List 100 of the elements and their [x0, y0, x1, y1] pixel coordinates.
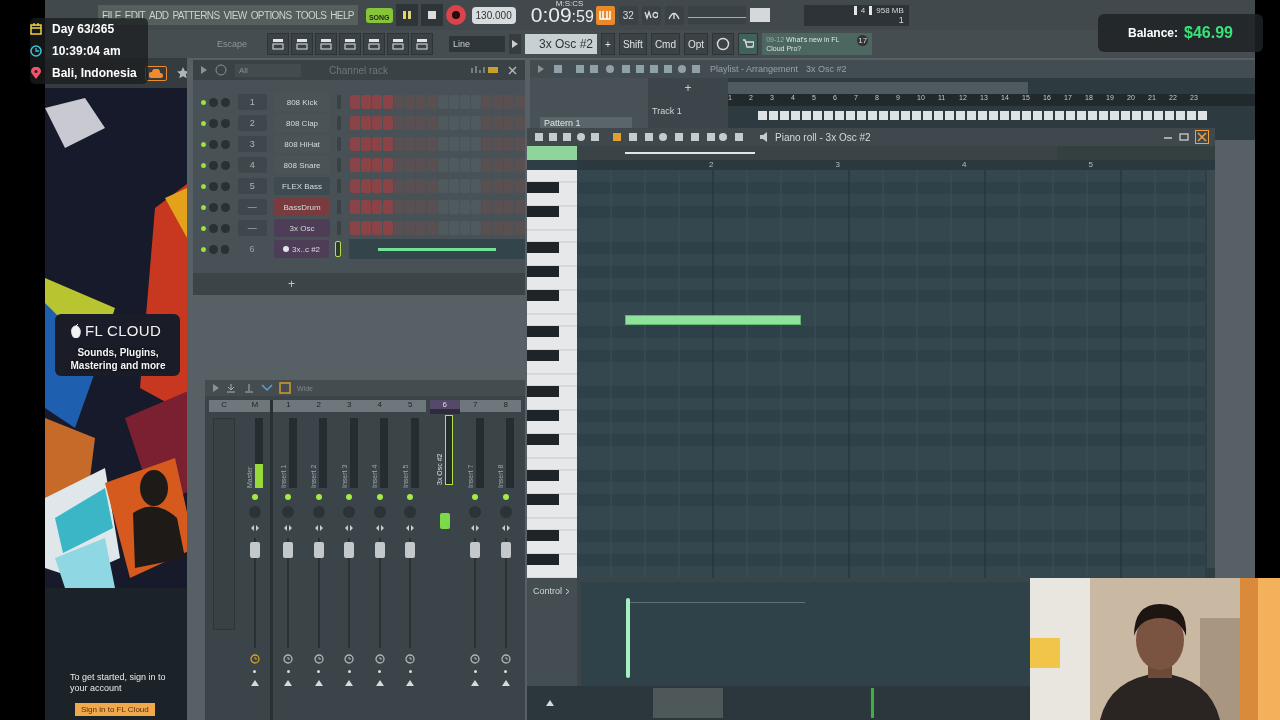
pause-button[interactable] — [395, 4, 418, 26]
pattern-mode-button[interactable] — [595, 5, 615, 25]
send-dot[interactable] — [286, 670, 290, 673]
snap-dropdown[interactable]: Line — [449, 36, 506, 52]
pattern-arrow-button[interactable] — [509, 34, 522, 54]
send-dot[interactable] — [408, 670, 412, 673]
modifier-key-button[interactable]: Cmd — [650, 33, 680, 55]
stereo-icon[interactable] — [313, 524, 324, 532]
mixer-track-number[interactable]: 2 — [237, 115, 268, 131]
maximize-icon[interactable] — [1179, 132, 1189, 142]
volume-knob[interactable] — [220, 97, 230, 107]
step-pad[interactable] — [394, 116, 404, 130]
menu-item[interactable]: PATTERNS — [172, 9, 220, 21]
window-toggle-button[interactable] — [315, 33, 338, 55]
add-channel-button[interactable]: + — [288, 277, 295, 291]
window-toggle-button[interactable] — [267, 33, 290, 55]
volume-fader[interactable] — [405, 542, 416, 558]
send-dot[interactable] — [378, 670, 382, 673]
volume-fader[interactable] — [500, 542, 511, 558]
pattern-list-item[interactable]: Pattern 1 — [540, 117, 632, 129]
step-pad[interactable] — [394, 221, 404, 235]
mixer-tool-icon[interactable] — [243, 382, 255, 394]
step-pad[interactable] — [394, 137, 404, 151]
stereo-icon[interactable] — [405, 524, 416, 532]
window-toggle-button[interactable] — [363, 33, 386, 55]
step-pad[interactable] — [383, 221, 393, 235]
loop-button[interactable] — [641, 5, 661, 25]
channel-led[interactable] — [201, 225, 206, 231]
volume-fader[interactable] — [439, 513, 450, 529]
graph-icon[interactable] — [470, 65, 500, 75]
window-toggle-button[interactable] — [387, 33, 410, 55]
mixer-track-number[interactable]: 3 — [237, 136, 268, 152]
stereo-icon[interactable] — [249, 524, 260, 532]
add-track-button[interactable]: + — [648, 78, 728, 98]
horizontal-scrollbar[interactable] — [728, 82, 1028, 94]
route-arrow-icon[interactable] — [283, 679, 294, 687]
volume-fader[interactable] — [344, 542, 355, 558]
help-button[interactable] — [712, 33, 735, 55]
clock-icon[interactable] — [283, 654, 294, 664]
step-pad[interactable] — [394, 95, 404, 109]
stereo-icon[interactable] — [344, 524, 355, 532]
step-pad[interactable] — [372, 116, 382, 130]
step-pad[interactable] — [350, 95, 360, 109]
step-pad[interactable] — [394, 179, 404, 193]
star-icon[interactable] — [177, 67, 187, 79]
volume-fader[interactable] — [470, 542, 481, 558]
modifier-key-button[interactable]: Opt — [684, 33, 709, 55]
step-pad[interactable] — [361, 137, 371, 151]
mixer-track-number[interactable]: 1 — [237, 94, 268, 110]
step-pad[interactable] — [394, 158, 404, 172]
track-led[interactable] — [472, 494, 479, 500]
menu-item[interactable]: FILE — [102, 9, 121, 21]
channel-led[interactable] — [201, 204, 206, 210]
menu-item[interactable]: TOOLS — [295, 9, 327, 21]
track-led[interactable] — [407, 494, 414, 500]
send-dot[interactable] — [473, 670, 477, 673]
step-pad[interactable] — [361, 179, 371, 193]
menu-item[interactable]: ADD — [149, 9, 169, 21]
step-pad[interactable] — [361, 158, 371, 172]
route-arrow-icon[interactable] — [374, 679, 385, 687]
channel-button[interactable]: BassDrum — [274, 198, 331, 216]
step-pad[interactable] — [350, 137, 360, 151]
route-arrow-icon[interactable] — [500, 679, 511, 687]
channel-led[interactable] — [201, 183, 206, 189]
step-pad[interactable] — [361, 221, 371, 235]
sign-in-button[interactable]: Sign in to FL Cloud — [75, 703, 155, 716]
channel-select-indicator[interactable] — [336, 242, 341, 256]
step-pad[interactable] — [361, 116, 371, 130]
volume-knob[interactable] — [220, 202, 230, 212]
track-led[interactable] — [251, 494, 258, 500]
stereo-icon[interactable] — [283, 524, 294, 532]
window-toggle-button[interactable] — [411, 33, 434, 55]
window-toggle-button[interactable] — [339, 33, 362, 55]
pattern-selector[interactable]: 3x Osc #2 — [525, 34, 598, 54]
send-dot[interactable] — [347, 670, 351, 673]
up-arrow-icon[interactable] — [545, 699, 555, 707]
clock-icon[interactable] — [249, 654, 260, 664]
step-pad[interactable] — [383, 158, 393, 172]
close-button[interactable] — [1195, 130, 1209, 144]
chevron-icon[interactable] — [565, 588, 570, 595]
velocity-bar[interactable] — [626, 598, 630, 678]
channel-button[interactable]: FLEX Bass — [274, 177, 331, 195]
channel-led[interactable] — [201, 246, 206, 252]
step-pad[interactable] — [350, 221, 360, 235]
cart-button[interactable] — [738, 33, 759, 55]
menu-item[interactable]: HELP — [330, 9, 354, 21]
channel-led[interactable] — [201, 162, 206, 168]
volume-knob[interactable] — [220, 160, 230, 170]
track-led[interactable] — [346, 494, 353, 500]
step-pad[interactable] — [383, 200, 393, 214]
menu-item[interactable]: EDIT — [124, 9, 146, 21]
play-icon[interactable] — [213, 384, 219, 392]
step-pad[interactable] — [383, 179, 393, 193]
volume-knob[interactable] — [220, 139, 230, 149]
scroll-thumb[interactable] — [653, 688, 723, 718]
clock-icon[interactable] — [313, 654, 324, 664]
volume-knob[interactable] — [220, 118, 230, 128]
clock-icon[interactable] — [344, 654, 355, 664]
speaker-icon[interactable] — [759, 132, 769, 142]
volume-knob[interactable] — [220, 244, 230, 254]
